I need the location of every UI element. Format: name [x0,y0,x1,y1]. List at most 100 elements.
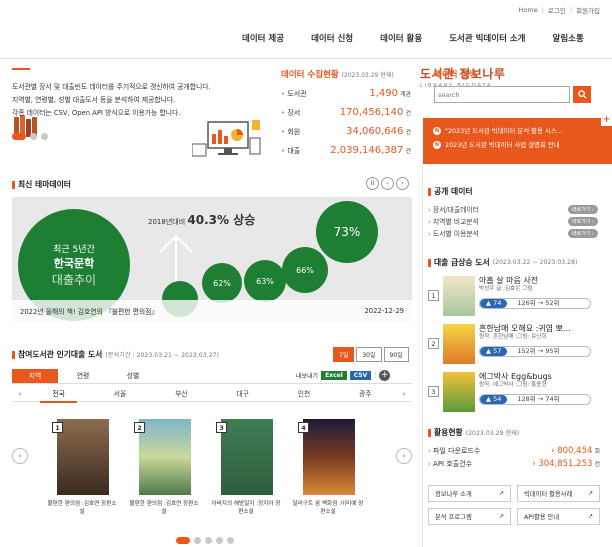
region-prev-icon[interactable]: ‹ [12,390,28,398]
rising-item[interactable]: 1 아홉 살 마음 사전 박성우 글 ;김효은 그림 ▲ 74 126위 → 52위 [428,276,600,318]
region-tab[interactable]: 서울 [89,386,150,402]
go-button[interactable]: 바로가기 › [568,228,598,238]
notice-item[interactable]: N "2023년 도서관 빅데이터 분석·활용 시스... [433,126,602,135]
pager-dot[interactable] [30,133,37,140]
theme-pct-circle: 73% [316,201,378,263]
books-next-icon[interactable]: › [396,448,412,464]
stat-value: 1,490 [369,88,399,99]
signup-link[interactable]: 회원가입 [576,5,600,15]
period-90days[interactable]: 90일 [383,347,409,362]
data-search: 데이터 검색 [434,68,594,103]
pager-dot[interactable] [41,133,48,140]
theme-caption: 2022년 올해의 책! 김호연의 『불편한 편의점』 [20,308,159,316]
notice-more-icon[interactable]: + [601,115,612,126]
search-input[interactable] [434,86,570,103]
pager-dot-active[interactable] [176,537,190,544]
theme-line-2: 한국문학 [53,257,95,270]
prev-arrow-icon[interactable]: ‹ [381,177,394,190]
nav-about[interactable]: 도서관 빅데이터 소개 [449,32,525,44]
region-tab[interactable]: 인천 [273,386,334,402]
rising-rank: 2 [428,338,439,349]
rising-cover [443,372,475,412]
external-link-icon: ↗ [498,513,504,520]
notice-text: "2023년 도서관 빅데이터 분석·활용 시스... [445,127,563,135]
quick-label: API활용 안내 [524,514,560,521]
tab-age[interactable]: 연령 [58,369,108,383]
theme-controls: II ‹ › [366,177,409,190]
go-button[interactable]: 바로가기 › [568,216,598,226]
quick-link-about[interactable]: 정보나루 소개 ↗ [428,485,511,502]
theme-pct-circle: 63% [244,260,286,302]
book-title: 불편한 편의점 :김호연 장편소설 [129,501,199,515]
rising-item[interactable]: 3 에그박사 Egg&bugs 원작: 에그박사 ;그림: 홍종현 ▲ 54 128… [428,372,600,414]
rising-item[interactable]: 2 흔한남매 오해요 :귀염 뽀... 원작: 흔한남매 ;그림: 유난희 ▲ 5… [428,324,600,366]
region-tab[interactable]: 전국 [28,386,89,403]
intro-line-2: 지역별, 연령별, 성별 대출도서 등을 분석하여 제공합니다. [12,96,176,104]
region-tab[interactable]: 대구 [212,386,273,402]
usage-row: API 호출건수 304,851,253 건 [428,459,600,469]
notice-bullet-icon: N [433,126,441,135]
rising-heading: 대출 급상승 도서 (2023.03.22 ~ 2023.03.28) [428,257,600,268]
pager-dot[interactable] [205,537,212,544]
theme-banner[interactable]: 최근 5년간 한국문학 대출추이 2018년대비 40.3% 상승 62% 63… [12,197,412,322]
stat-label: 회원 [281,127,300,137]
add-icon[interactable]: + [379,370,391,381]
region-next-icon[interactable]: › [396,390,412,398]
usage-date: (2023.03.29 현재) [465,430,520,437]
book-rank: 3 [216,422,227,433]
book-rank: 1 [52,422,63,433]
usage-heading: 활용현황 (2023.03.29 현재) [428,427,600,438]
quick-link-program[interactable]: 분석 프로그램 ↗ [428,508,511,525]
usage-value: 800,454 [551,446,592,456]
excel-button[interactable]: Excel [321,371,347,380]
period-30days[interactable]: 30일 [356,347,382,362]
pager-dot-active[interactable] [12,133,26,140]
tab-region[interactable]: 지역 [12,369,58,383]
login-link[interactable]: 로그인 [548,5,566,15]
rank-change: 126위 → 52위 [517,299,560,307]
intro-line-1: 도서관별 장서 및 대출빈도 데이터를 주기적으로 갱신하여 공개합니다. [12,83,211,91]
pager-dot[interactable] [227,537,234,544]
stat-row: 대출 2,039,146,387 건 [281,145,411,156]
next-arrow-icon[interactable]: › [396,177,409,190]
search-button[interactable] [573,86,591,103]
book-cover [303,419,355,495]
period-7days[interactable]: 7일 [333,347,355,362]
notice-item[interactable]: N 2023년 도서관 빅데이터 사업 설명회 안내 [433,140,602,149]
usage-row: 파일 다운로드수 800,454 회 [428,446,600,456]
data-monitor-illustration-icon [192,120,261,157]
usage-stats: 활용현황(2023.03.29 현재) 파일 다운로드수 800,454 회 AP… [428,427,600,469]
home-link[interactable]: Home [519,6,538,14]
open-data-label: 장서/대출데이터 [428,204,479,214]
quick-link-api[interactable]: API활용 안내 ↗ [517,508,600,525]
book-cover [139,419,191,495]
utility-links: Home | 로그인 | 회원가입 [518,5,600,15]
go-button[interactable]: 바로가기 › [568,204,598,214]
region-tab[interactable]: 부산 [151,386,212,402]
nav-data-use[interactable]: 데이터 활용 [380,32,422,44]
quick-link-cases[interactable]: 빅데이터 활용사례 ↗ [517,485,600,502]
open-data-item[interactable]: 도서별 이용분석 바로가기 › [428,228,598,238]
pager-dot[interactable] [194,537,201,544]
nav-notice[interactable]: 알림소통 [553,32,584,44]
pager-dot[interactable] [216,537,223,544]
nav-data-provide[interactable]: 데이터 제공 [242,32,284,44]
pause-icon[interactable]: II [366,177,379,190]
tab-gender[interactable]: 성별 [108,369,158,383]
nav-data-request[interactable]: 데이터 신청 [311,32,353,44]
export-controls: 내보내기 Excel CSV | + [296,370,391,381]
stat-row: 장서 170,456,140 건 [281,107,411,118]
open-data-label: 도서별 이용분석 [428,228,479,238]
collection-stats: 데이터 수집현황 (2023.03.29 현재) 도서관 1,490 개관 장서 1… [281,68,411,156]
region-tab[interactable]: 광주 [335,386,396,402]
quick-links: 정보나루 소개 ↗ 빅데이터 활용사례 ↗ 분석 프로그램 ↗ API활용 안내 ↗ [428,485,600,525]
stat-row: 회원 34,060,646 건 [281,126,411,137]
open-data-item[interactable]: 지역별 비교분석 바로가기 › [428,216,598,226]
book-title: 달러구트 꿈 백화점 :이미예 장편소설 [292,501,364,515]
open-data-item[interactable]: 장서/대출데이터 바로가기 › [428,204,598,214]
usage-unit: 회 [594,449,600,455]
csv-button[interactable]: CSV [349,371,372,380]
books-prev-icon[interactable]: ‹ [12,448,28,464]
book-cover [57,419,109,495]
rank-up-value: 57 [493,347,502,355]
